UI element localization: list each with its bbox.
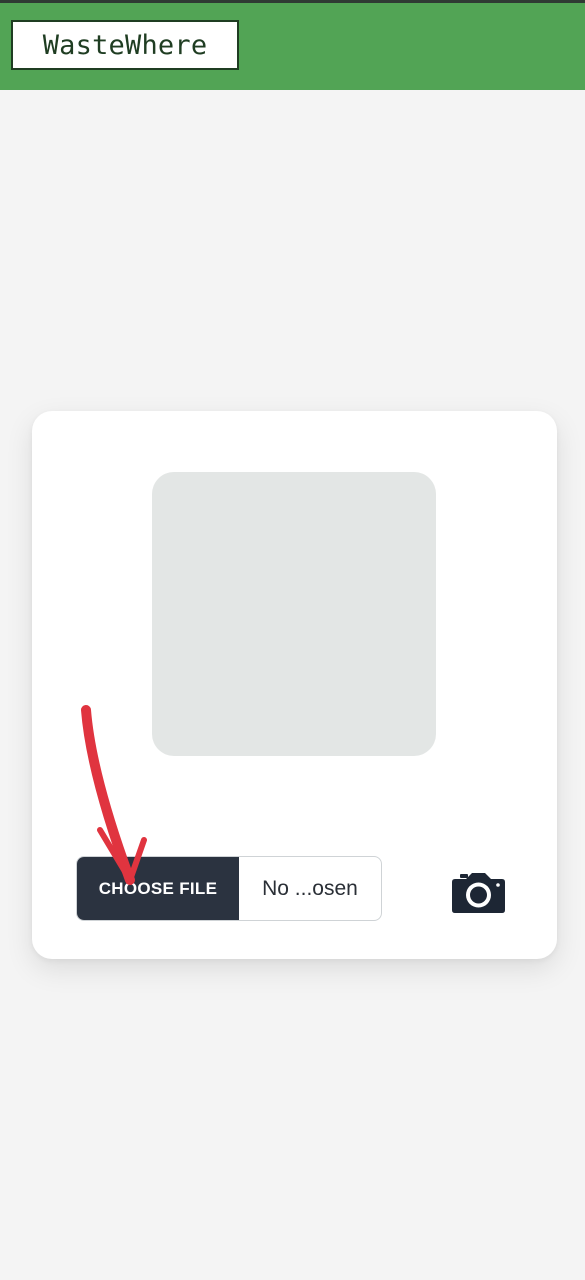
logo[interactable]: WasteWhere bbox=[11, 20, 239, 70]
image-preview bbox=[152, 472, 436, 756]
app-header: WasteWhere bbox=[0, 3, 585, 90]
file-input[interactable]: CHOOSE FILE No ...osen bbox=[76, 856, 382, 921]
choose-file-button[interactable]: CHOOSE FILE bbox=[77, 857, 239, 920]
upload-card: CHOOSE FILE No ...osen bbox=[32, 411, 557, 959]
camera-icon[interactable] bbox=[451, 870, 506, 913]
file-status-text: No ...osen bbox=[262, 876, 358, 900]
